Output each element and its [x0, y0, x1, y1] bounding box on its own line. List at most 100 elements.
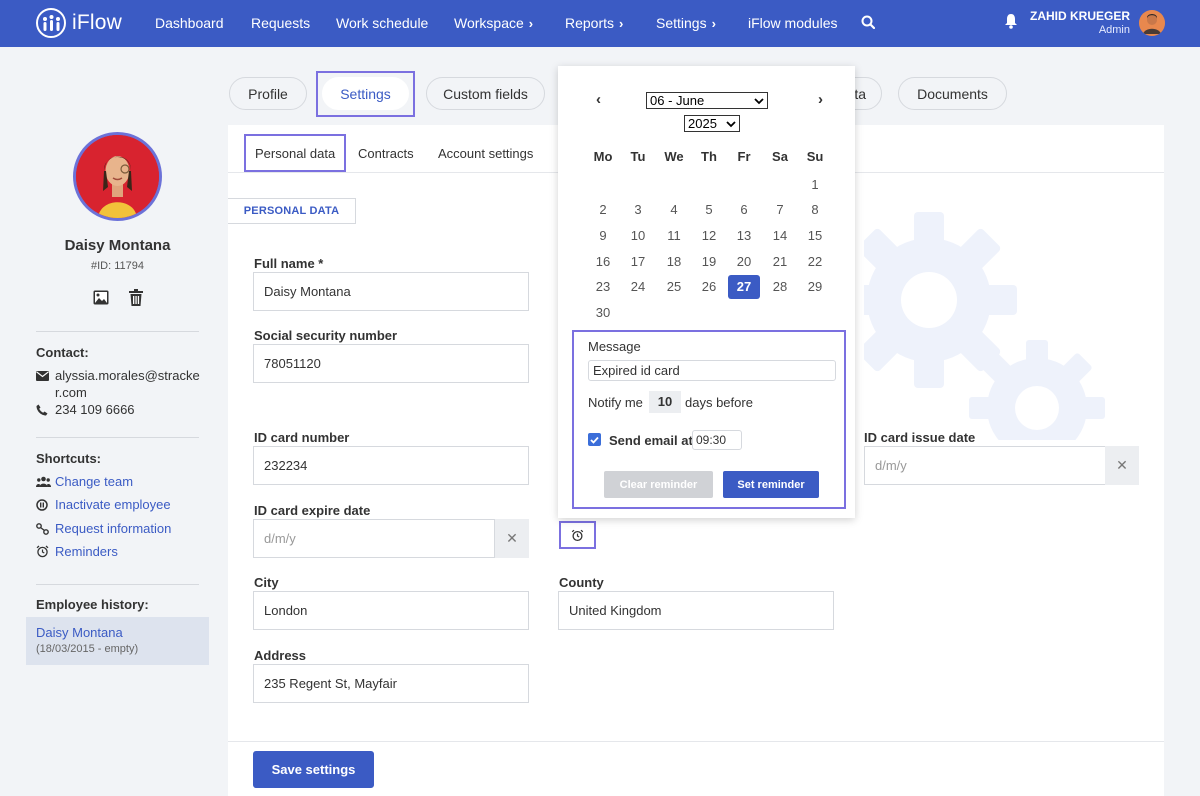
notify-days-input[interactable]: 10 [649, 391, 681, 413]
full-name-field[interactable]: Daisy Montana [253, 272, 529, 311]
calendar-day[interactable]: 21 [764, 250, 796, 274]
history-name[interactable]: Daisy Montana [36, 625, 123, 640]
bell-icon[interactable] [1004, 13, 1018, 32]
calendar-day[interactable]: 24 [622, 275, 654, 299]
nav-workspace[interactable]: Workspace › [454, 15, 533, 31]
calendar-day[interactable]: 3 [622, 198, 654, 222]
nav-settings[interactable]: Settings › [656, 15, 716, 31]
calendar-day[interactable]: 10 [622, 224, 654, 248]
send-email-checkbox[interactable] [588, 433, 601, 446]
calendar-day[interactable]: 1 [799, 173, 831, 197]
shortcut-request-information[interactable]: Request information [55, 521, 171, 536]
contact-phone[interactable]: 234 109 6666 [55, 402, 135, 417]
calendar-day[interactable]: 7 [764, 198, 796, 222]
message-input[interactable]: Expired id card [588, 360, 836, 381]
id-expire-date-field[interactable]: d/m/y [253, 519, 495, 558]
calendar-day[interactable]: 16 [587, 250, 619, 274]
calendar-day[interactable]: 17 [622, 250, 654, 274]
nav-dashboard[interactable]: Dashboard [155, 15, 224, 31]
weekday-label: Th [701, 149, 717, 164]
tab-documents[interactable]: Documents [898, 77, 1007, 110]
clear-reminder-button[interactable]: Clear reminder [604, 471, 713, 498]
weekday-label: Tu [630, 149, 646, 164]
calendar-day[interactable]: 8 [799, 198, 831, 222]
calendar-day[interactable]: 15 [799, 224, 831, 248]
contact-email[interactable]: alyssia.morales@stracker.com [55, 367, 200, 401]
city-field[interactable]: London [253, 591, 529, 630]
year-select[interactable]: 2025 [684, 115, 740, 132]
set-reminder-button[interactable]: Set reminder [723, 471, 819, 498]
clear-issue-date-button[interactable]: ✕ [1105, 446, 1139, 485]
shortcut-change-team[interactable]: Change team [55, 474, 133, 489]
address-field[interactable]: 235 Regent St, Mayfair [253, 664, 529, 703]
calendar-day[interactable]: 9 [587, 224, 619, 248]
calendar-day[interactable]: 23 [587, 275, 619, 299]
calendar-day[interactable]: 12 [693, 224, 725, 248]
checkmark-icon [590, 436, 599, 444]
profile-avatar[interactable] [73, 132, 162, 221]
calendar-day[interactable]: 11 [658, 224, 690, 248]
calendar-day[interactable]: 28 [764, 275, 796, 299]
calendar-day[interactable]: 25 [658, 275, 690, 299]
subtab-account-settings[interactable]: Account settings [438, 146, 533, 161]
calendar-day[interactable]: 4 [658, 198, 690, 222]
link-icon [36, 523, 49, 538]
shortcut-reminders[interactable]: Reminders [55, 544, 118, 559]
calendar-day[interactable]: 26 [693, 275, 725, 299]
chevron-down-icon [726, 121, 736, 128]
tab-custom-fields[interactable]: Custom fields [426, 77, 545, 110]
chevron-right-icon: › [528, 16, 534, 31]
nav-work-schedule[interactable]: Work schedule [336, 15, 428, 31]
calendar-day[interactable]: 19 [693, 250, 725, 274]
county-field[interactable]: United Kingdom [558, 591, 834, 630]
reminder-alarm-button[interactable] [559, 521, 596, 549]
user-name[interactable]: ZAHID KRUEGER [1030, 9, 1130, 23]
subtab-contracts[interactable]: Contracts [358, 146, 414, 161]
calendar-day[interactable]: 30 [587, 301, 619, 325]
trash-icon[interactable] [129, 289, 143, 309]
calendar-day[interactable]: 5 [693, 198, 725, 222]
user-avatar[interactable] [1139, 10, 1165, 36]
nav-requests[interactable]: Requests [251, 15, 310, 31]
calendar-day[interactable]: 2 [587, 198, 619, 222]
calendar-next-button[interactable]: › [818, 91, 823, 108]
id-number-field[interactable]: 232234 [253, 446, 529, 485]
nav-iflow-modules[interactable]: iFlow modules [748, 15, 837, 31]
ssn-field[interactable]: 78051120 [253, 344, 529, 383]
calendar-day[interactable]: 18 [658, 250, 690, 274]
city-label: City [254, 575, 279, 590]
logo[interactable]: iFlow [36, 8, 122, 38]
send-email-label: Send email at [609, 433, 693, 448]
address-label: Address [254, 648, 307, 663]
id-expire-label: ID card expire date [254, 503, 371, 518]
calendar-day[interactable]: 13 [728, 224, 760, 248]
logo-text: iFlow [72, 11, 123, 34]
save-settings-button[interactable]: Save settings [253, 751, 374, 788]
calendar-day[interactable]: 6 [728, 198, 760, 222]
shortcut-inactivate-employee[interactable]: Inactivate employee [55, 497, 171, 512]
footer-divider [228, 741, 1164, 742]
full-name-label: Full name * [254, 256, 324, 271]
calendar-day[interactable]: 20 [728, 250, 760, 274]
id-issue-label: ID card issue date [864, 430, 976, 445]
clear-expire-date-button[interactable]: ✕ [495, 519, 529, 558]
weekday-label: Su [806, 149, 824, 164]
month-select[interactable]: 06 - June [646, 92, 768, 109]
calendar-day[interactable]: 22 [799, 250, 831, 274]
calendar-day[interactable]: 29 [799, 275, 831, 299]
weekday-label: Fr [737, 149, 751, 164]
user-role: Admin [1098, 24, 1130, 36]
id-issue-date-field[interactable]: d/m/y [864, 446, 1106, 485]
search-icon[interactable] [861, 15, 876, 32]
calendar-day-selected[interactable]: 27 [728, 275, 760, 299]
tab-profile[interactable]: Profile [229, 77, 307, 110]
id-number-label: ID card number [254, 430, 350, 445]
nav-reports[interactable]: Reports › [565, 15, 623, 31]
email-time-input[interactable]: 09:30 [692, 430, 742, 450]
calendar-day[interactable]: 14 [764, 224, 796, 248]
sidebar-divider [36, 437, 199, 438]
weekday-label: Mo [593, 149, 613, 164]
employee-history-item[interactable]: Daisy Montana (18/03/2015 - empty) [26, 617, 209, 665]
calendar-prev-button[interactable]: ‹ [596, 91, 601, 108]
image-icon[interactable] [93, 290, 109, 308]
